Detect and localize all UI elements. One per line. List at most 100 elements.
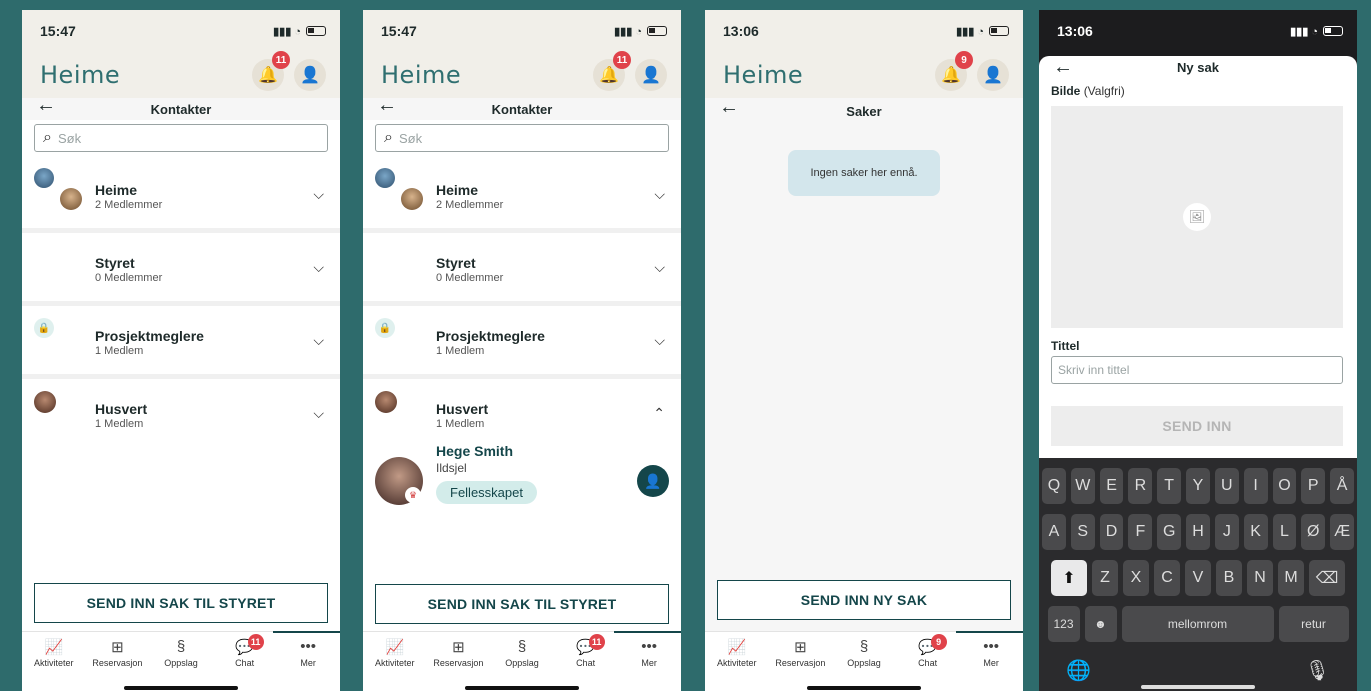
tab-mer[interactable]: ••• Mer <box>273 631 340 691</box>
key-t[interactable]: T <box>1157 468 1182 504</box>
back-arrow-icon[interactable]: ← <box>36 94 56 117</box>
key-æ[interactable]: Æ <box>1330 514 1354 550</box>
space-key[interactable]: mellomrom <box>1121 606 1274 642</box>
chevron-down-icon[interactable]: ⌵ <box>654 332 665 349</box>
tab-oppslag[interactable]: § Oppslag <box>491 638 553 691</box>
tab-reservasjon[interactable]: ⊞ Reservasjon <box>86 638 148 691</box>
key-g[interactable]: G <box>1157 514 1182 550</box>
key-å[interactable]: Å <box>1330 468 1354 504</box>
tab-mer[interactable]: ••• Mer <box>956 631 1023 691</box>
chevron-down-icon[interactable]: ⌵ <box>313 332 324 349</box>
key-u[interactable]: U <box>1214 468 1239 504</box>
tab-oppslag[interactable]: § Oppslag <box>833 638 895 691</box>
key-ø[interactable]: Ø <box>1301 514 1326 550</box>
key-o[interactable]: O <box>1272 468 1297 504</box>
chat-badge: 9 <box>930 634 947 650</box>
group-row-heime[interactable]: Heime 2 Medlemmer ⌵ <box>22 160 340 233</box>
key-b[interactable]: B <box>1216 560 1242 596</box>
keyboard-row: QWERTYUIOPÅ <box>1042 468 1354 504</box>
key-q[interactable]: Q <box>1042 468 1066 504</box>
key-d[interactable]: D <box>1099 514 1124 550</box>
tab-aktiviteter[interactable]: 📈 Aktiviteter <box>706 638 768 691</box>
profile-button[interactable]: 👤 <box>635 59 667 91</box>
page-title: Saker <box>846 103 882 119</box>
key-m[interactable]: M <box>1278 560 1304 596</box>
back-arrow-icon[interactable]: ← <box>719 96 739 119</box>
chevron-up-icon[interactable]: ⌃ <box>653 405 665 422</box>
group-name: Prosjektmeglere <box>95 328 204 344</box>
image-label-text: Bilde <box>1051 84 1081 98</box>
submit-new-case-button[interactable]: SEND INN NY SAK <box>717 580 1011 620</box>
chevron-down-icon[interactable]: ⌵ <box>654 186 665 203</box>
group-row-prosjektmeglere[interactable]: 🔒 Prosjektmeglere 1 Medlem ⌵ <box>22 306 340 379</box>
key-h[interactable]: H <box>1186 514 1210 550</box>
tab-oppslag[interactable]: § Oppslag <box>150 638 212 691</box>
key-s[interactable]: S <box>1070 514 1095 550</box>
group-row-husvert[interactable]: Husvert 1 Medlem ⌃ <box>363 379 681 439</box>
key-v[interactable]: V <box>1185 560 1211 596</box>
chevron-down-icon[interactable]: ⌵ <box>654 259 665 276</box>
chevron-down-icon[interactable]: ⌵ <box>313 405 324 422</box>
tab-aktiviteter[interactable]: 📈 Aktiviteter <box>364 638 426 691</box>
key-i[interactable]: I <box>1243 468 1268 504</box>
tab-aktiviteter[interactable]: 📈 Aktiviteter <box>23 638 85 691</box>
key-l[interactable]: L <box>1272 514 1297 550</box>
key-w[interactable]: W <box>1070 468 1095 504</box>
member-card[interactable]: ♛ Hege Smith Ildsjel Fellesskapet 👤 <box>363 439 681 519</box>
key-a[interactable]: A <box>1042 514 1066 550</box>
optional-label: (Valgfri) <box>1083 84 1125 98</box>
group-row-prosjektmeglere[interactable]: 🔒 Prosjektmeglere 1 Medlem ⌵ <box>363 306 681 379</box>
key-k[interactable]: K <box>1243 514 1268 550</box>
return-key[interactable]: retur <box>1278 606 1349 642</box>
key-c[interactable]: C <box>1154 560 1180 596</box>
group-row-styret[interactable]: Styret 0 Medlemmer ⌵ <box>22 233 340 306</box>
chevron-down-icon[interactable]: ⌵ <box>313 259 324 276</box>
globe-icon[interactable]: 🌐 <box>1066 658 1091 683</box>
notifications-button[interactable]: 🔔 11 <box>593 51 631 91</box>
search-input[interactable]: ⌕ Søk <box>34 124 328 152</box>
notifications-button[interactable]: 🔔 9 <box>935 51 973 91</box>
numbers-key[interactable]: 123 <box>1047 606 1080 642</box>
key-j[interactable]: J <box>1214 514 1239 550</box>
key-y[interactable]: Y <box>1186 468 1210 504</box>
group-row-heime[interactable]: Heime 2 Medlemmer ⌵ <box>363 160 681 233</box>
notifications-button[interactable]: 🔔 11 <box>252 51 290 91</box>
tab-mer[interactable]: ••• Mer <box>614 631 681 691</box>
tab-chat[interactable]: 💬 9 Chat <box>897 634 959 691</box>
profile-icon[interactable]: 👤 <box>637 465 669 497</box>
tab-reservasjon[interactable]: ⊞ Reservasjon <box>427 638 489 691</box>
status-icons: ▮▮▮ ◔ <box>956 25 1009 38</box>
group-row-styret[interactable]: Styret 0 Medlemmer ⌵ <box>363 233 681 306</box>
profile-button[interactable]: 👤 <box>294 59 326 91</box>
submit-case-button[interactable]: SEND INN SAK TIL STYRET <box>34 583 328 623</box>
tab-chat[interactable]: 💬 11 Chat <box>555 634 617 691</box>
search-input[interactable]: ⌕ Søk <box>375 124 669 152</box>
member-role: Ildsjel <box>436 461 467 475</box>
profile-button[interactable]: 👤 <box>977 59 1009 91</box>
key-f[interactable]: F <box>1128 514 1153 550</box>
key-x[interactable]: X <box>1123 560 1149 596</box>
tab-chat[interactable]: 💬 11 Chat <box>214 634 276 691</box>
title-input[interactable]: Skriv inn tittel <box>1051 356 1343 384</box>
image-upload-area[interactable]: 🖼 <box>1051 106 1343 328</box>
lock-icon: 🔒 <box>375 318 395 338</box>
back-arrow-icon[interactable]: ← <box>377 94 397 117</box>
key-p[interactable]: P <box>1301 468 1326 504</box>
microphone-icon[interactable]: 🎙 <box>1305 658 1330 683</box>
shift-key[interactable]: ⬆ <box>1051 560 1087 596</box>
key-r[interactable]: R <box>1128 468 1153 504</box>
key-z[interactable]: Z <box>1092 560 1118 596</box>
key-n[interactable]: N <box>1247 560 1273 596</box>
group-member-count: 2 Medlemmer <box>436 199 504 211</box>
submit-button[interactable]: SEND INN <box>1051 406 1343 446</box>
backspace-key[interactable]: ⌫ <box>1309 560 1345 596</box>
key-e[interactable]: E <box>1099 468 1124 504</box>
group-name: Styret <box>95 255 135 271</box>
user-icon: 👤 <box>300 67 320 84</box>
submit-case-button[interactable]: SEND INN SAK TIL STYRET <box>375 584 669 624</box>
tab-reservasjon[interactable]: ⊞ Reservasjon <box>769 638 831 691</box>
bell-icon: 🔔 <box>258 67 278 84</box>
group-row-husvert[interactable]: Husvert 1 Medlem ⌵ <box>22 379 340 452</box>
emoji-key[interactable]: ☻ <box>1084 606 1117 642</box>
chevron-down-icon[interactable]: ⌵ <box>313 186 324 203</box>
